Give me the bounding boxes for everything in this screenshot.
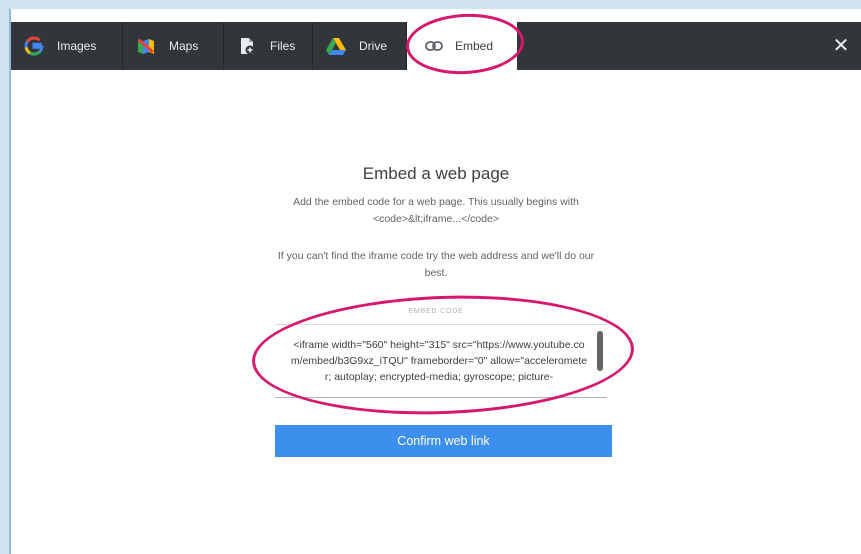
tab-maps[interactable]: Maps	[123, 22, 223, 70]
tab-files[interactable]: Files	[224, 22, 312, 70]
tab-embed[interactable]: Embed	[407, 22, 517, 70]
embed-code-label: EMBED CODE	[408, 308, 464, 315]
tab-label: Drive	[359, 39, 388, 53]
google-g-icon	[23, 35, 45, 57]
file-upload-icon	[236, 35, 258, 57]
embed-code-input[interactable]: <iframe width="560" height="315" src="ht…	[275, 324, 607, 398]
tab-images[interactable]: Images	[11, 22, 122, 70]
maps-icon	[135, 35, 157, 57]
textarea-scrollbar[interactable]	[597, 331, 603, 371]
embed-code-value: <iframe width="560" height="315" src="ht…	[290, 339, 588, 383]
close-button[interactable]: ✕	[829, 34, 853, 58]
tab-label: Maps	[169, 39, 199, 53]
embed-hint: If you can't find the iframe code try th…	[277, 250, 595, 279]
confirm-web-link-button[interactable]: Confirm web link	[275, 425, 612, 457]
tab-label: Embed	[455, 39, 494, 53]
window-frame-left	[0, 0, 9, 554]
page-title: Embed a web page	[362, 164, 510, 183]
window-frame-top	[0, 0, 861, 9]
tab-bar: Images Maps Files Drive Embed ✕	[11, 22, 861, 70]
tab-drive[interactable]: Drive	[313, 22, 406, 70]
drive-icon	[325, 35, 347, 57]
tab-label: Files	[270, 39, 296, 53]
tab-label: Images	[57, 39, 97, 53]
link-icon	[423, 35, 445, 57]
embed-panel: Embed a web page Add the embed code for …	[11, 70, 861, 554]
embed-description: Add the embed code for a web page. This …	[293, 196, 579, 225]
